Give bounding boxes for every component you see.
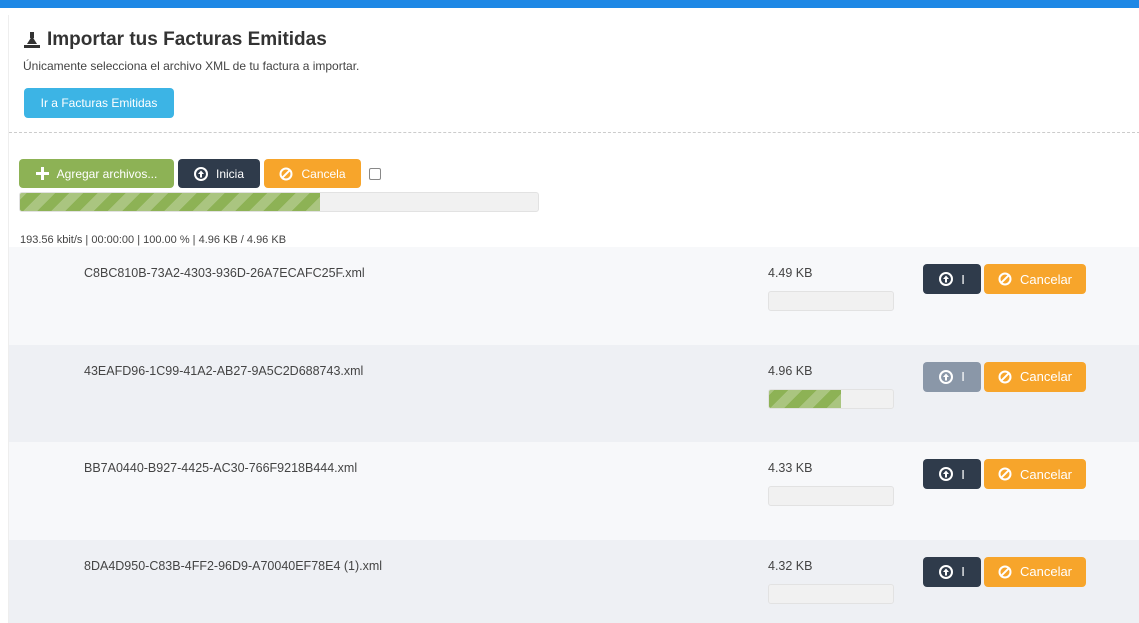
file-start-button[interactable]: I	[923, 459, 981, 489]
page-subtitle: Únicamente selecciona el archivo XML de …	[23, 59, 360, 73]
file-size: 4.49 KB	[768, 266, 813, 280]
upload-circle-icon	[939, 272, 954, 286]
ban-icon	[998, 467, 1012, 481]
file-name: 8DA4D950-C83B-4FF2-96D9-A70040EF78E4 (1)…	[84, 558, 383, 573]
file-cancel-label: Cancelar	[1019, 369, 1073, 384]
file-progress-bar	[768, 291, 894, 311]
file-cancel-button[interactable]: Cancelar	[984, 459, 1086, 489]
file-actions: I Cancelar	[923, 459, 1086, 489]
upload-toolbar: Agregar archivos... Inicia Cancela	[19, 159, 381, 188]
file-cancel-label: Cancelar	[1019, 564, 1073, 579]
ban-icon	[998, 272, 1012, 286]
file-actions: I Cancelar	[923, 361, 1086, 392]
file-size: 4.32 KB	[768, 558, 813, 573]
file-cancel-label: Cancelar	[1019, 466, 1073, 482]
start-upload-label: Inicia	[215, 166, 244, 181]
section-divider	[9, 132, 1139, 133]
file-start-button[interactable]: I	[923, 361, 981, 392]
file-row: C8BC810B-73A2-4303-936D-26A7ECAFC25F.xml…	[9, 247, 1139, 345]
file-start-label: I	[961, 271, 965, 287]
file-progress-bar	[768, 583, 894, 604]
file-actions: I Cancelar	[923, 556, 1086, 587]
global-progress-bar	[19, 192, 539, 212]
file-start-button[interactable]: I	[923, 264, 981, 294]
cancel-upload-button[interactable]: Cancela	[264, 159, 361, 188]
file-row: 43EAFD96-1C99-41A2-AB27-9A5C2D688743.xml…	[9, 344, 1139, 442]
upload-stats: 193.56 kbit/s | 00:00:00 | 100.00 % | 4.…	[20, 234, 287, 246]
file-progress-bar	[768, 486, 894, 506]
add-files-label: Agregar archivos...	[56, 166, 158, 181]
upload-circle-icon	[939, 467, 954, 481]
ban-icon	[998, 370, 1012, 383]
file-name: C8BC810B-73A2-4303-936D-26A7ECAFC25F.xml	[84, 266, 365, 280]
ban-icon	[279, 167, 293, 180]
file-cancel-button[interactable]: Cancelar	[984, 264, 1086, 294]
file-actions: I Cancelar	[923, 264, 1086, 294]
top-accent-bar	[0, 0, 1139, 8]
file-name: BB7A0440-B927-4425-AC30-766F9218B444.xml	[84, 461, 358, 475]
file-cancel-label: Cancelar	[1019, 271, 1073, 287]
file-progress-bar	[768, 388, 894, 409]
file-row: BB7A0440-B927-4425-AC30-766F9218B444.xml…	[9, 442, 1139, 540]
cancel-upload-label: Cancela	[301, 166, 346, 181]
plus-icon	[35, 167, 49, 180]
upload-circle-icon	[939, 369, 954, 384]
file-start-label: I	[961, 564, 965, 579]
file-cancel-button[interactable]: Cancelar	[984, 556, 1086, 587]
import-panel: Importar tus Facturas Emitidas Únicament…	[8, 15, 1139, 623]
file-start-label: I	[961, 369, 965, 384]
title-row: Importar tus Facturas Emitidas	[23, 29, 359, 51]
file-start-label: I	[961, 466, 965, 482]
file-start-button[interactable]: I	[923, 556, 981, 587]
upload-circle-icon	[939, 564, 954, 579]
page-header: Importar tus Facturas Emitidas Únicament…	[23, 29, 359, 73]
file-list: C8BC810B-73A2-4303-936D-26A7ECAFC25F.xml…	[9, 247, 1139, 623]
start-upload-button[interactable]: Inicia	[178, 159, 260, 188]
file-row: 8DA4D950-C83B-4FF2-96D9-A70040EF78E4 (1)…	[9, 539, 1139, 623]
ban-icon	[998, 565, 1012, 578]
file-cancel-button[interactable]: Cancelar	[984, 361, 1086, 392]
add-files-button[interactable]: Agregar archivos...	[19, 159, 174, 188]
file-size: 4.33 KB	[768, 461, 813, 475]
upload-circle-icon	[193, 166, 208, 181]
file-progress-fill	[769, 389, 841, 408]
global-progress-fill	[20, 193, 321, 211]
file-size: 4.96 KB	[768, 363, 813, 378]
import-icon	[24, 32, 40, 48]
file-name: 43EAFD96-1C99-41A2-AB27-9A5C2D688743.xml	[84, 363, 364, 378]
select-all-checkbox[interactable]	[369, 167, 381, 180]
go-to-invoices-button[interactable]: Ir a Facturas Emitidas	[24, 88, 174, 118]
page-title: Importar tus Facturas Emitidas	[47, 29, 327, 50]
